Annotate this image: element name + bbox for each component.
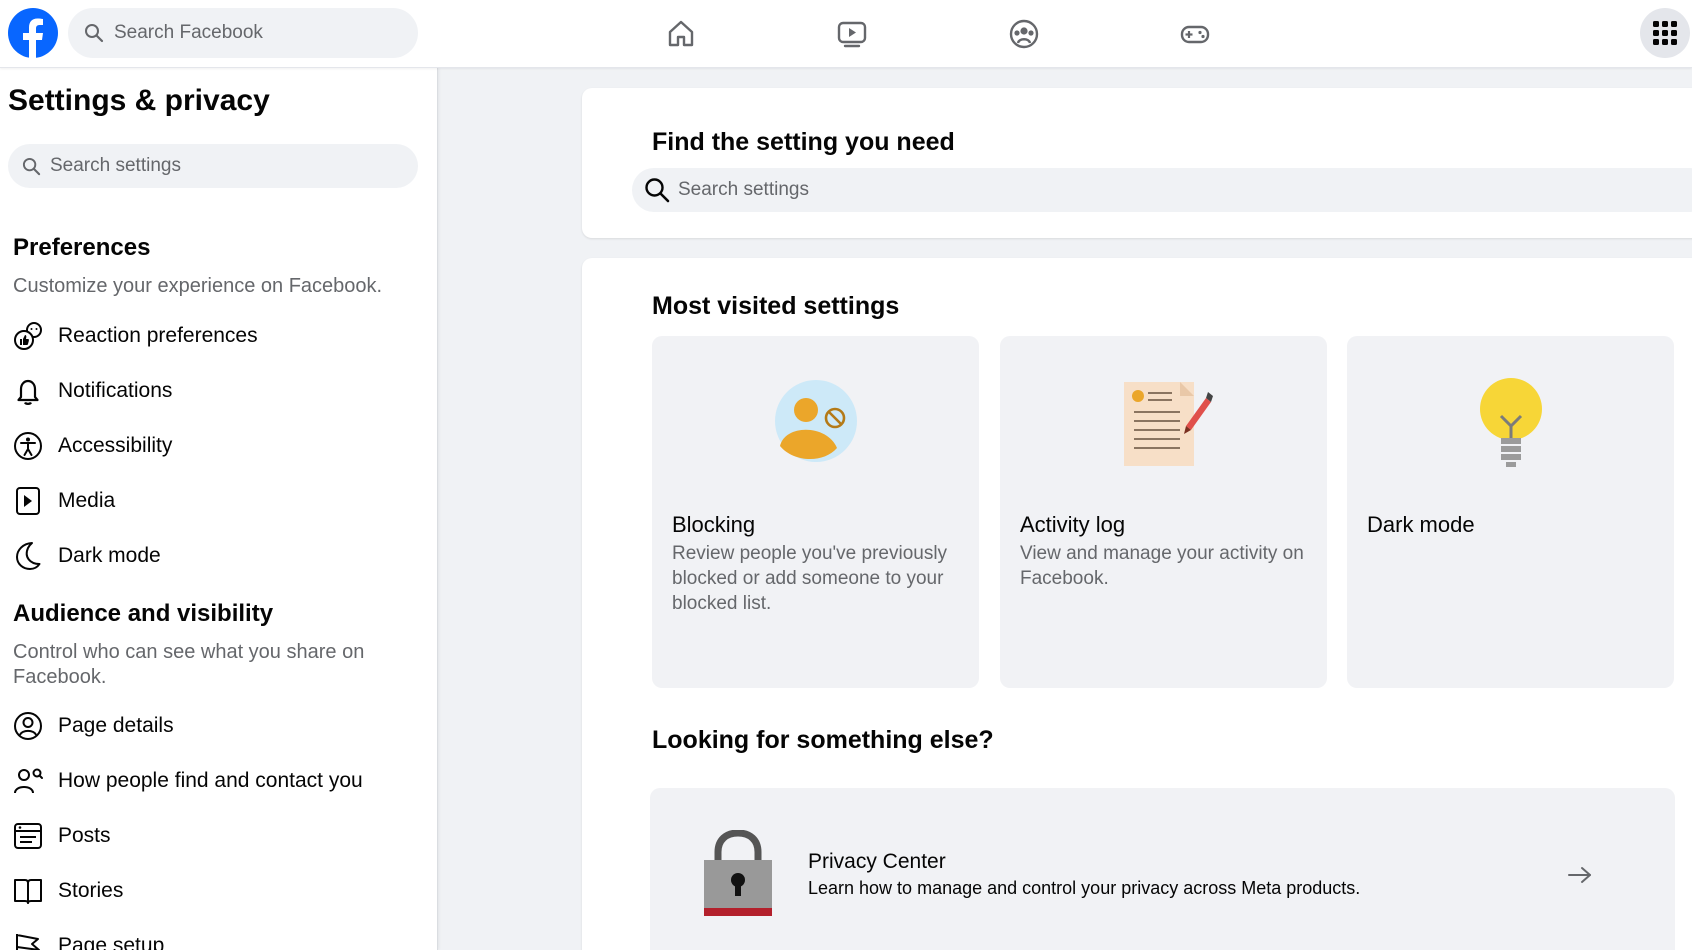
tile-title: Activity log [1020,512,1126,537]
section-title-preferences: Preferences [13,234,151,261]
tile-desc: View and manage your activity on Faceboo… [1020,543,1304,589]
home-icon[interactable] [661,14,701,54]
tile-dark-mode[interactable]: Dark mode [1347,336,1674,688]
book-icon [10,873,46,909]
sidebar-item-label: Posts [58,824,111,847]
privacy-center-title: Privacy Center [808,850,946,873]
sidebar-item-accessibility[interactable]: Accessibility [10,422,420,470]
moon-icon [10,538,46,574]
facebook-search-input[interactable]: Search Facebook [68,8,418,58]
accessibility-icon [10,428,46,464]
most-visited-card: Most visited settings Blocking Review pe… [582,258,1692,950]
sidebar-item-label: Dark mode [58,544,161,567]
tile-desc: Review people you've previously blocked … [672,543,948,614]
sidebar-item-label: How people find and contact you [58,769,363,792]
find-setting-title: Find the setting you need [652,128,955,156]
arrow-right-icon[interactable] [1565,860,1595,890]
sidebar-item-how-people-find-you[interactable]: How people find and contact you [10,757,420,805]
find-setting-card: Find the setting you need Search setting… [582,88,1692,238]
sidebar-item-label: Page details [58,714,174,737]
activity-log-illustration-icon [1000,376,1327,476]
search-placeholder: Search settings [678,179,809,200]
tile-title: Dark mode [1367,512,1475,537]
menu-grid-button[interactable] [1640,8,1690,58]
posts-icon [10,818,46,854]
sidebar-item-label: Page setup [58,934,165,950]
tile-blocking[interactable]: Blocking Review people you've previously… [652,336,979,688]
most-visited-title: Most visited settings [652,292,900,320]
search-placeholder: Search Facebook [114,22,263,43]
flag-icon [10,928,46,950]
sidebar-item-media[interactable]: Media [10,477,420,525]
grid-icon [1653,21,1677,45]
looking-else-title: Looking for something else? [652,726,994,754]
sidebar-item-label: Media [58,489,116,512]
sidebar-item-label: Reaction preferences [58,324,258,347]
section-title-audience: Audience and visibility [13,600,274,627]
gaming-icon[interactable] [1175,14,1215,54]
top-navigation-bar: Search Facebook [0,0,1692,68]
main-search-input[interactable]: Search settings [632,168,1692,212]
tile-title: Blocking [672,512,756,537]
facebook-logo-icon[interactable] [8,8,58,58]
people-search-icon [10,763,46,799]
media-icon [10,483,46,519]
settings-sidebar: Settings & privacy Search settings Prefe… [0,68,438,950]
sidebar-item-notifications[interactable]: Notifications [10,367,420,415]
search-placeholder: Search settings [50,155,181,176]
sidebar-item-stories[interactable]: Stories [10,867,420,915]
sidebar-item-reaction-preferences[interactable]: Reaction preferences [10,312,420,360]
groups-icon[interactable] [1004,14,1044,54]
section-desc-preferences: Customize your experience on Facebook. [13,275,383,297]
sidebar-item-label: Notifications [58,379,173,402]
video-icon[interactable] [832,14,872,54]
bell-icon [10,373,46,409]
reaction-icon [10,318,46,354]
privacy-center-desc: Learn how to manage and control your pri… [808,878,1361,898]
lock-icon [702,829,774,921]
profile-circle-icon [10,708,46,744]
sidebar-item-posts[interactable]: Posts [10,812,420,860]
search-icon [22,157,41,175]
sidebar-search-input[interactable]: Search settings [8,144,418,188]
lightbulb-illustration-icon [1347,376,1674,476]
sidebar-item-dark-mode[interactable]: Dark mode [10,532,420,580]
sidebar-item-label: Stories [58,879,124,902]
sidebar-item-page-setup[interactable]: Page setup [10,922,420,950]
sidebar-item-label: Accessibility [58,434,173,457]
search-icon [85,24,104,43]
blocking-illustration-icon [652,376,979,476]
search-icon [645,178,670,203]
privacy-center-card[interactable]: Privacy Center Learn how to manage and c… [650,788,1675,950]
page-title: Settings & privacy [8,84,270,117]
tile-activity-log[interactable]: Activity log View and manage your activi… [1000,336,1327,688]
section-desc-audience: Control who can see what you share on Fa… [13,641,365,688]
sidebar-item-page-details[interactable]: Page details [10,702,420,750]
